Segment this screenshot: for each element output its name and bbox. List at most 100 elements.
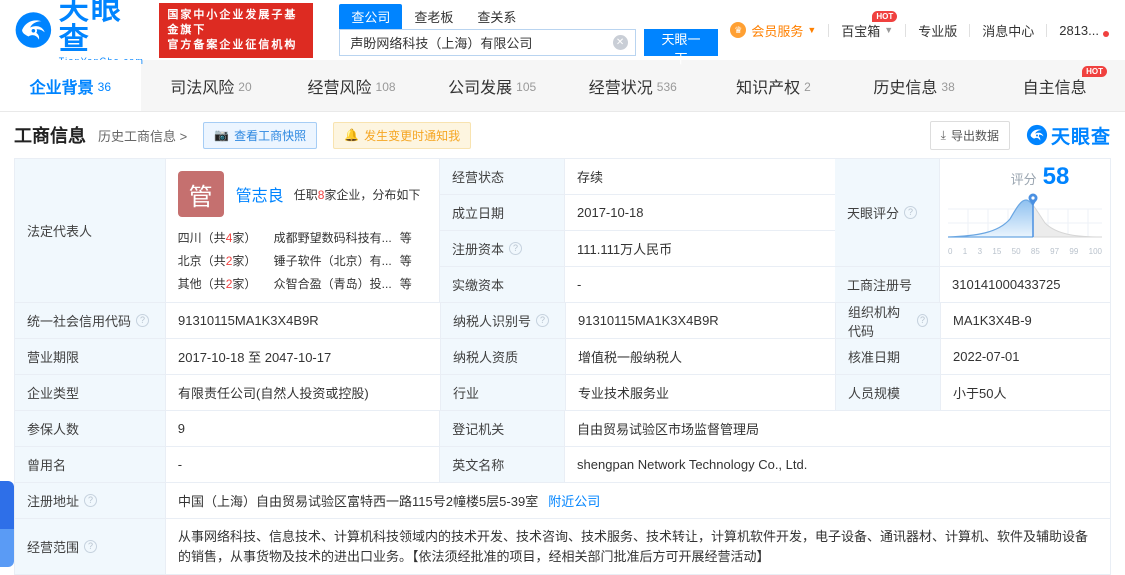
crown-icon: ♛ <box>730 22 747 38</box>
gov-certification-badge: 国家中小企业发展子基金旗下 官方备案企业征信机构 <box>159 2 314 58</box>
side-widget-bottom[interactable] <box>0 529 14 567</box>
side-widget-top[interactable] <box>0 481 14 529</box>
field-value-status: 存续 <box>565 159 835 195</box>
nav-account-label: 2813... <box>1059 22 1099 38</box>
help-icon[interactable]: ? <box>536 314 550 327</box>
legal-rep-name-link[interactable]: 管志良 <box>236 182 284 206</box>
help-icon[interactable]: ? <box>84 494 98 507</box>
field-value-industry: 专业技术服务业 <box>566 375 836 411</box>
region-post: 家） <box>232 231 257 245</box>
nearby-companies-link[interactable]: 附近公司 <box>548 491 600 510</box>
business-info-table: 法定代表人 管 管志良 任职8家企业，分布如下 四川（共4家） 成都野望数码科技… <box>14 158 1111 575</box>
field-value-business-scope: 从事网络科技、信息技术、计算机科技领域内的技术开发、技术咨询、技术服务、技术转让… <box>166 519 1110 575</box>
field-value-taxpayer-id: 91310115MA1K3X4B9R <box>566 303 836 339</box>
history-business-info-link[interactable]: 历史工商信息 > <box>98 126 187 145</box>
legal-rep-cell: 管 管志良 任职8家企业，分布如下 四川（共4家） 成都野望数码科技有... 等… <box>165 159 440 303</box>
gov-badge-line1: 国家中小企业发展子基金旗下 <box>167 8 298 36</box>
business-info-toolbar: 工商信息 历史工商信息 > 📷 查看工商快照 🔔 发生变更时通知我 ⤓ 导出数据… <box>0 112 1125 158</box>
help-icon[interactable]: ? <box>509 242 523 255</box>
tab-self-info[interactable]: 自主信息 HOT <box>984 60 1125 111</box>
export-button-label: 导出数据 <box>950 128 999 143</box>
logo-title: 天眼查 <box>58 0 123 56</box>
nav-toolbox[interactable]: HOT 百宝箱 ▼ <box>829 10 905 40</box>
bell-icon: 🔔 <box>344 128 360 142</box>
download-icon: ⤓ <box>940 127 946 142</box>
region-distribution-list: 四川（共4家） 成都野望数码科技有... 等 北京（共2家） 锤子软件（北京）有… <box>178 227 427 296</box>
tab-count: 2 <box>804 79 811 94</box>
nav-pro-version[interactable]: 专业版 <box>906 21 969 40</box>
field-label-taxpayer-quality: 纳税人资质 <box>441 339 566 375</box>
field-label-industry: 行业 <box>441 375 566 411</box>
field-value-org-code: MA1K3X4B-9 <box>941 303 1110 339</box>
tab-count: 105 <box>516 79 537 94</box>
nav-account[interactable]: 2813... <box>1047 23 1111 38</box>
field-value-reg-capital: 111.111万人民币 <box>565 231 835 267</box>
region-etc-link[interactable]: 等 <box>400 250 412 273</box>
tab-company-development[interactable]: 公司发展 105 <box>422 60 563 111</box>
hot-badge: HOT <box>872 10 898 22</box>
tab-judicial-risk[interactable]: 司法风险 20 <box>141 60 282 111</box>
region-company-link[interactable]: 众智合盈（青岛）投... <box>274 273 392 296</box>
tab-label: 经营风险 <box>307 79 372 97</box>
address-text: 中国（上海）自由贸易试验区富特西一路115号2幢楼5层5-39室 <box>178 494 539 509</box>
nav-message-center[interactable]: 消息中心 <box>970 21 1046 40</box>
help-icon[interactable]: ? <box>916 314 928 327</box>
region-row: 北京（共2家） 锤子软件（北京）有... 等 <box>178 250 427 273</box>
nav-vip-services[interactable]: ♛ 会员服务 ▼ <box>718 21 828 40</box>
region-etc-link[interactable]: 等 <box>400 273 412 296</box>
region-etc-link[interactable]: 等 <box>400 227 412 250</box>
section-title: 工商信息 <box>14 126 86 146</box>
region-row: 其他（共2家） 众智合盈（青岛）投... 等 <box>178 273 427 296</box>
tab-history-info[interactable]: 历史信息 38 <box>844 60 985 111</box>
search-tab-boss[interactable]: 查老板 <box>402 4 465 29</box>
nav-vip-label: 会员服务 <box>751 23 804 39</box>
view-snapshot-button[interactable]: 📷 查看工商快照 <box>203 121 318 149</box>
help-icon[interactable]: ? <box>84 540 98 553</box>
score-number: 58 <box>1042 163 1070 190</box>
notify-button-label: 发生变更时通知我 <box>364 128 461 143</box>
tab-operation-risk[interactable]: 经营风险 108 <box>281 60 422 111</box>
export-data-button[interactable]: ⤓ 导出数据 <box>929 120 1010 150</box>
help-icon[interactable]: ? <box>904 206 918 219</box>
search-button[interactable]: 天眼一下 <box>643 28 719 66</box>
search-input[interactable] <box>339 28 636 56</box>
tianyancha-logo[interactable]: 天眼查 TianYanCha.com <box>14 0 147 66</box>
field-label-former-name: 曾用名 <box>15 447 166 483</box>
nav-messages-label: 消息中心 <box>982 23 1035 39</box>
top-nav: ♛ 会员服务 ▼ HOT 百宝箱 ▼ 专业版 消息中心 2813... <box>718 10 1111 40</box>
field-label-english-name: 英文名称 <box>440 447 566 483</box>
region-company-link[interactable]: 成都野望数码科技有... <box>274 227 392 250</box>
field-label-business-scope: 经营范围? <box>15 519 166 575</box>
notification-dot <box>1103 30 1109 37</box>
gov-badge-line2: 官方备案企业征信机构 <box>167 38 298 51</box>
label-text: 组织机构代码 <box>848 304 901 339</box>
axis-tick: 50 <box>1011 247 1021 256</box>
axis-tick: 99 <box>1069 247 1079 256</box>
side-floating-widget[interactable] <box>0 481 14 567</box>
tab-company-background[interactable]: 企业背景 36 <box>0 60 141 111</box>
notify-on-change-button[interactable]: 🔔 发生变更时通知我 <box>333 121 472 149</box>
score-bell-curve-chart <box>947 193 1103 238</box>
region-company-link[interactable]: 锤子软件（北京）有... <box>274 250 392 273</box>
legal-rep-avatar[interactable]: 管 <box>177 171 224 217</box>
field-value-reg-number: 310141000433725 <box>940 267 1110 303</box>
hot-badge: HOT <box>1082 66 1107 77</box>
field-value-credit-code: 91310115MA1K3X4B9R <box>166 303 441 339</box>
legal-rep-note: 任职8家企业，分布如下 <box>294 186 421 203</box>
tab-operating-status[interactable]: 经营状况 536 <box>563 60 704 111</box>
field-label-org-code: 组织机构代码? <box>836 303 941 339</box>
field-value-taxpayer-quality: 增值税一般纳税人 <box>566 339 836 375</box>
search-tab-company[interactable]: 查公司 <box>339 3 403 29</box>
axis-tick: 1 <box>962 247 968 256</box>
tab-intellectual-property[interactable]: 知识产权 2 <box>703 60 844 111</box>
field-label-score: 天眼评分? <box>835 159 940 267</box>
help-icon[interactable]: ? <box>136 314 150 327</box>
search-tab-relation[interactable]: 查关系 <box>465 4 528 29</box>
field-value-company-type: 有限责任公司(自然人投资或控股) <box>166 375 441 411</box>
axis-tick: 0 <box>948 247 953 256</box>
score-axis-labels: 0 1 3 15 50 85 97 99 100 <box>946 247 1104 256</box>
tab-label: 知识产权 <box>736 79 801 97</box>
tab-count: 20 <box>238 79 252 94</box>
note-pre: 任职 <box>293 187 318 202</box>
clear-search-icon[interactable]: ✕ <box>612 34 628 50</box>
